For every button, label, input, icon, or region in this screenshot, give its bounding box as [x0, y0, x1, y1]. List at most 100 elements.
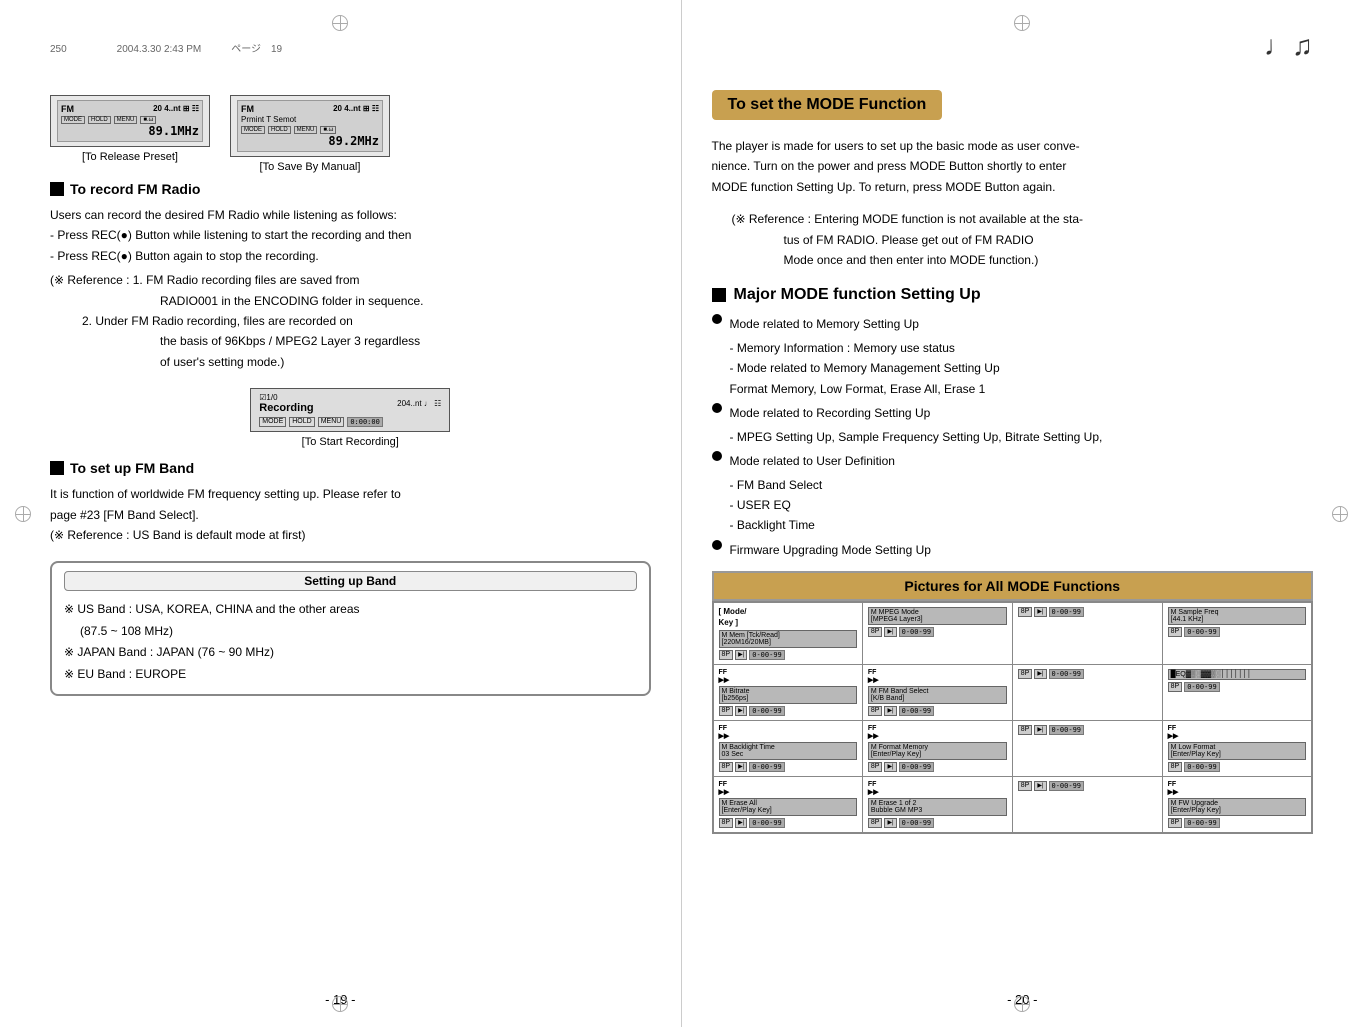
fm2-label: FM: [241, 104, 254, 114]
major-mode-title-text: Major MODE function Setting Up: [734, 286, 981, 304]
recording-display: ☑1/0 Recording 204..nt ♩ ☷ MODE HOLD MEN…: [250, 388, 450, 432]
seg-2-1: 0-00-99: [749, 706, 785, 716]
ref-line-3: 2. Under FM Radio recording, files are r…: [82, 311, 651, 331]
fm-images: FM 20 4..nt ⊞ ☷ MODE HOLD MENU ■.ω 89.1M…: [50, 95, 651, 173]
seg-3-2: 0-00-99: [899, 762, 935, 772]
cell-1-3: 8P ▶| 0-00-99: [1012, 602, 1162, 664]
cell-2-3: 8P ▶| 0-00-99: [1012, 665, 1162, 721]
setting-band-title: Setting up Band: [64, 571, 637, 591]
cell-label-4-1: FF▶▶: [719, 781, 857, 796]
btn-ff-1-2: ▶|: [884, 627, 896, 637]
seg-2-4: 0-00-99: [1184, 682, 1220, 692]
btn-8p-3-1: 8P: [719, 762, 734, 772]
cell-screen-1-1: M Mem [Tck/Read][220M16/20MB]: [719, 630, 857, 648]
reg-mark-bottom-right: [1014, 996, 1030, 1012]
setting-band-box: Setting up Band ※ US Band : USA, KOREA, …: [50, 561, 651, 695]
cell-screen-3-4: M Low Format[Enter/Play Key]: [1168, 742, 1306, 760]
b3s2-text: - USER EQ: [730, 498, 791, 512]
cell-btns-4-4: 8P 0-00-99: [1168, 818, 1306, 828]
cell-label-2-1: FF▶▶: [719, 669, 857, 684]
cell-screen-4-4: M FW Upgrade[Enter/Play Key]: [1168, 798, 1306, 816]
cell-screen-1-2: M MPEG Mode[MPEG4 Layer3]: [868, 607, 1007, 625]
cell-btns-1-3: 8P ▶| 0-00-99: [1018, 607, 1157, 617]
cell-screen-1-4: M Sample Freq[44.1 KHz]: [1168, 607, 1306, 625]
cell-label-3-4: FF▶▶: [1168, 725, 1306, 740]
fm-radio-text-3: - Press REC(●) Button again to stop the …: [50, 246, 651, 266]
cell-screen-4-1: M Erase All[Enter/Play Key]: [719, 798, 857, 816]
btn-8p-4-3: 8P: [1018, 781, 1033, 791]
btn-ff-2-1: ▶|: [735, 706, 747, 716]
bullet1-sub1: - Memory Information : Memory use status: [730, 338, 1314, 358]
bullet3-sub1: - FM Band Select: [730, 475, 1314, 495]
cell-btns-2-4: 8P 0-00-99: [1168, 682, 1306, 692]
fm-reference-block: (※ Reference : 1. FM Radio recording fil…: [50, 270, 651, 372]
cell-btns-2-2: 8P ▶| 0-00-99: [868, 706, 1007, 716]
fm1-freq: 89.1MHz: [148, 124, 199, 138]
seg-4-1: 0-00-99: [749, 818, 785, 828]
btn-ff-2-3: ▶|: [1034, 669, 1046, 679]
seg-1-4: 0-00-99: [1184, 627, 1220, 637]
cell-label-4-2: FF▶▶: [868, 781, 1007, 796]
table-row-2: FF▶▶ M Bitrate[b256ps] 8P ▶| 0-00-99 FF▶…: [713, 665, 1313, 721]
fm-display-2: FM 20 4..nt ⊞ ☷ Prmint T Semot MODE HOLD…: [230, 95, 390, 173]
btn-8p-4-1: 8P: [719, 818, 734, 828]
mode-bullet-4: Firmware Upgrading Mode Setting Up: [712, 540, 1314, 562]
btn-ff-1-3: ▶|: [1034, 607, 1046, 617]
reg-mark-right: [1332, 506, 1348, 522]
cell-btns-4-1: 8P ▶| 0-00-99: [719, 818, 857, 828]
cell-btns-3-3: 8P ▶| 0-00-99: [1018, 725, 1157, 735]
cell-2-4: █EQ▓▒░▓▓▒░│││││││ 8P 0-00-99: [1162, 665, 1312, 721]
cell-label-3-1: FF▶▶: [719, 725, 857, 740]
rec-menu-btn: MENU: [318, 417, 345, 427]
seg-4-2: 0-00-99: [899, 818, 935, 828]
seg-3-3: 0-00-99: [1049, 725, 1085, 735]
btn-ff-4-3: ▶|: [1034, 781, 1046, 791]
fm2-extra-btn: ■.ω: [320, 126, 336, 134]
bullet2-sub1: - MPEG Setting Up, Sample Frequency Sett…: [730, 427, 1314, 447]
cell-btns-3-2: 8P ▶| 0-00-99: [868, 762, 1007, 772]
right-page: ♩♫ To set the MODE Function The player i…: [682, 0, 1363, 1027]
reg-mark-top-right: [1014, 15, 1030, 31]
cell-screen-4-2: M Erase 1 of 2Bubble GM MP3: [868, 798, 1007, 816]
mode-bullet-3: Mode related to User Definition: [712, 451, 1314, 473]
btn-ff-3-2: ▶|: [884, 762, 896, 772]
fm2-hold-btn: HOLD: [268, 126, 291, 134]
fm1-battery: 20 4..nt ⊞ ☷: [153, 104, 199, 114]
cell-3-1: FF▶▶ M Backlight Time03 Sec 8P ▶| 0-00-9…: [713, 721, 863, 777]
bullet-icon-4: [712, 540, 722, 550]
fm-radio-section-title: To record FM Radio: [50, 181, 651, 197]
btn-8p-3-4: 8P: [1168, 762, 1183, 772]
cell-btns-1-2: 8P ▶| 0-00-99: [868, 627, 1007, 637]
mode-body-line-1: The player is made for users to set up t…: [712, 136, 1314, 156]
mode-title-box: To set the MODE Function: [712, 90, 943, 120]
fm-band-text-1: It is function of worldwide FM frequency…: [50, 484, 651, 504]
reg-mark-top: [332, 15, 348, 31]
cell-btns-3-4: 8P 0-00-99: [1168, 762, 1306, 772]
cell-2-2: FF▶▶ M FM Band Select[K/B Band] 8P ▶| 0-…: [862, 665, 1012, 721]
btn-8p-2-2: 8P: [868, 706, 883, 716]
bullet4-text: Firmware Upgrading Mode Setting Up: [730, 540, 931, 562]
cell-1-4: M Sample Freq[44.1 KHz] 8P 0-00-99: [1162, 602, 1312, 664]
fm-radio-text-2: - Press REC(●) Button while listening to…: [50, 225, 651, 245]
black-square-icon-3: [712, 288, 726, 302]
recording-display-wrap: ☑1/0 Recording 204..nt ♩ ☷ MODE HOLD MEN…: [50, 388, 651, 448]
seg-2-3: 0-00-99: [1049, 669, 1085, 679]
b3s1-text: - FM Band Select: [730, 478, 823, 492]
cell-4-1: FF▶▶ M Erase All[Enter/Play Key] 8P ▶| 0…: [713, 777, 863, 834]
cell-screen-3-2: M Format Memory[Enter/Play Key]: [868, 742, 1007, 760]
rec-buttons-row: MODE HOLD MENU 0:00:00: [259, 417, 441, 427]
mode-list: Mode related to Memory Setting Up - Memo…: [712, 314, 1314, 561]
setting-band-line-1: ※ US Band : USA, KOREA, CHINA and the ot…: [64, 599, 637, 621]
black-square-icon-2: [50, 461, 64, 475]
fm2-battery: 20 4..nt ⊞ ☷: [333, 104, 379, 114]
cell-btns-4-3: 8P ▶| 0-00-99: [1018, 781, 1157, 791]
mode-reference: (※ Reference : Entering MODE function is…: [732, 209, 1314, 270]
cell-2-1: FF▶▶ M Bitrate[b256ps] 8P ▶| 0-00-99: [713, 665, 863, 721]
cell-3-2: FF▶▶ M Format Memory[Enter/Play Key] 8P …: [862, 721, 1012, 777]
fm-band-reference: (※ Reference : US Band is default mode a…: [50, 525, 651, 545]
b2s1-text: - MPEG Setting Up, Sample Frequency Sett…: [730, 430, 1103, 444]
bullet-icon-3: [712, 451, 722, 461]
seg-1-1: 0-00-99: [749, 650, 785, 660]
black-square-icon: [50, 182, 64, 196]
btn-8p-2-4: 8P: [1168, 682, 1183, 692]
